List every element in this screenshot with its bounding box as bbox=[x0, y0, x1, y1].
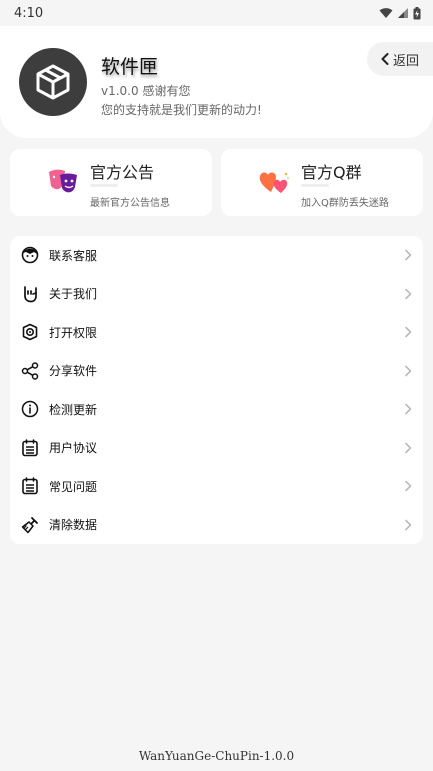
app-name: 软件匣 bbox=[101, 56, 159, 78]
qq-group-divider bbox=[301, 184, 329, 187]
signal-icon bbox=[398, 8, 408, 18]
menu-item-check-update[interactable]: 检测更新 bbox=[10, 390, 423, 429]
settings-menu: 联系客服 关于我们 打开权限 分享软件 检测更新 用户协议 常见问题 清除数据 bbox=[10, 236, 423, 544]
chevron-left-icon bbox=[381, 53, 389, 65]
status-time: 4:10 bbox=[14, 5, 44, 21]
back-button-label: 返回 bbox=[392, 53, 419, 69]
qq-group-card[interactable]: 官方Q群 加入Q群防丢失迷路 bbox=[221, 149, 423, 216]
share-icon bbox=[20, 361, 39, 380]
announcement-card[interactable]: 官方公告 最新官方公告信息 bbox=[10, 149, 212, 216]
announcement-subtitle: 最新官方公告信息 bbox=[90, 198, 170, 209]
announcement-divider bbox=[90, 184, 118, 187]
menu-item-label: 关于我们 bbox=[49, 287, 98, 302]
menu-item-label: 联系客服 bbox=[49, 248, 98, 263]
info-icon bbox=[20, 400, 39, 419]
menu-item-label: 常见问题 bbox=[49, 479, 98, 494]
app-version: v1.0.0 感谢有您 bbox=[101, 84, 191, 98]
menu-item-label: 用户协议 bbox=[49, 441, 98, 456]
app-header-card: 软件匣 v1.0.0 感谢有您 您的支持就是我们更新的动力! 返回 bbox=[0, 26, 433, 138]
menu-item-label: 清除数据 bbox=[49, 518, 98, 533]
back-button[interactable]: 返回 bbox=[367, 42, 433, 76]
menu-item-label: 检测更新 bbox=[49, 402, 98, 417]
chevron-right-icon bbox=[405, 326, 412, 338]
status-icons bbox=[379, 6, 421, 20]
chevron-right-icon bbox=[405, 288, 412, 300]
shield-gear-icon bbox=[20, 323, 39, 342]
footer-version: WanYuanGe-ChuPin-1.0.0 bbox=[138, 749, 295, 763]
chevron-right-icon bbox=[405, 480, 412, 492]
menu-item-label: 打开权限 bbox=[49, 325, 98, 340]
theater-masks-icon bbox=[49, 169, 77, 193]
box-icon bbox=[36, 64, 70, 100]
document-icon bbox=[20, 477, 39, 496]
app-slogan: 您的支持就是我们更新的动力! bbox=[101, 103, 262, 117]
chevron-right-icon bbox=[405, 403, 412, 415]
chevron-right-icon bbox=[405, 519, 412, 531]
smiley-face-icon bbox=[20, 246, 39, 265]
wifi-icon bbox=[379, 8, 393, 18]
qq-group-subtitle: 加入Q群防丢失迷路 bbox=[301, 198, 389, 209]
status-bar: 4:10 bbox=[0, 0, 433, 26]
document-icon bbox=[20, 438, 39, 457]
announcement-title: 官方公告 bbox=[90, 163, 155, 182]
hearts-icon bbox=[259, 172, 289, 193]
broom-icon bbox=[20, 515, 39, 534]
menu-item-share-app[interactable]: 分享软件 bbox=[10, 352, 423, 391]
menu-item-contact-support[interactable]: 联系客服 bbox=[10, 236, 423, 275]
menu-item-clear-data[interactable]: 清除数据 bbox=[10, 506, 423, 545]
chevron-right-icon bbox=[405, 365, 412, 377]
app-logo bbox=[19, 48, 87, 116]
menu-item-user-agreement[interactable]: 用户协议 bbox=[10, 429, 423, 468]
chevron-right-icon bbox=[405, 249, 412, 261]
menu-item-about-us[interactable]: 关于我们 bbox=[10, 275, 423, 314]
chevron-right-icon bbox=[405, 442, 412, 454]
menu-item-open-permissions[interactable]: 打开权限 bbox=[10, 313, 423, 352]
menu-item-label: 分享软件 bbox=[49, 364, 98, 379]
rock-hand-icon bbox=[20, 284, 39, 303]
qq-group-title: 官方Q群 bbox=[301, 163, 362, 182]
menu-item-faq[interactable]: 常见问题 bbox=[10, 467, 423, 506]
battery-charging-icon bbox=[413, 6, 421, 19]
